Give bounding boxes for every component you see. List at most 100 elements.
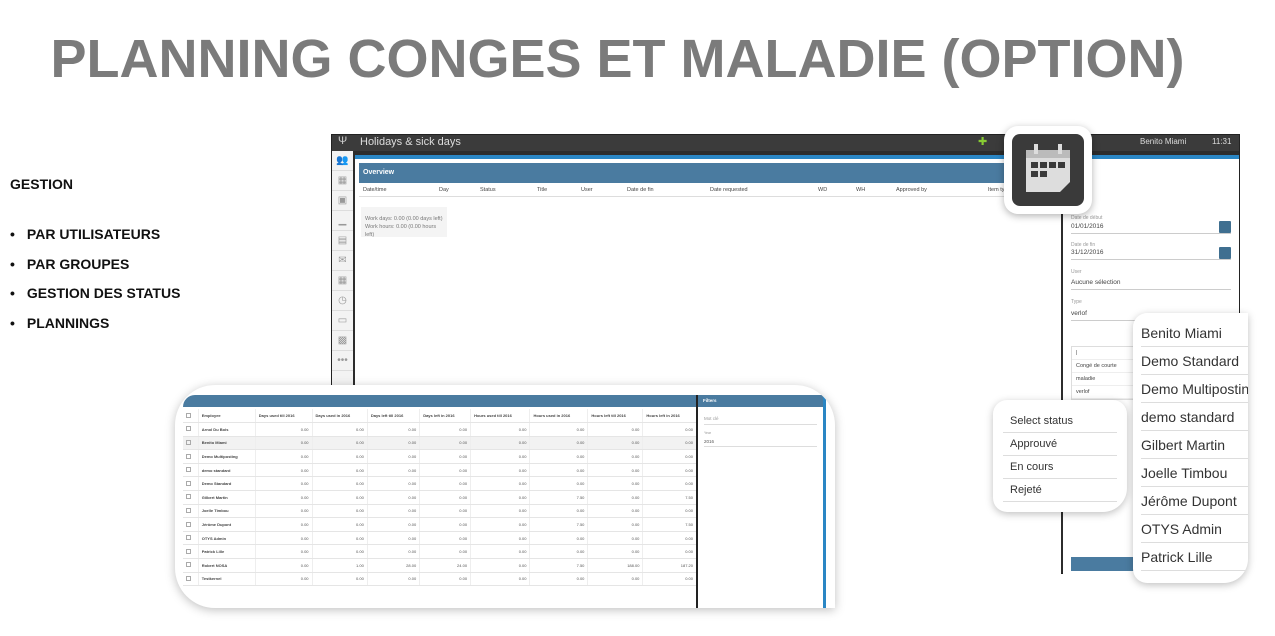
row-checkbox[interactable] [183, 531, 199, 546]
cell-value: 28.00 [367, 558, 421, 573]
user-option[interactable]: Joelle Timbou [1141, 459, 1248, 487]
column-header[interactable]: WH [856, 187, 865, 193]
contact-icon[interactable]: ▣ [332, 191, 353, 211]
date-fin-input[interactable]: 31/12/2016 [1071, 249, 1231, 260]
calendar-button[interactable] [1219, 247, 1231, 259]
clock-icon[interactable]: ◷ [332, 291, 353, 311]
user-option[interactable]: OTYS Admin [1141, 515, 1248, 543]
column-header[interactable]: Item ty [988, 187, 1005, 193]
row-checkbox[interactable] [183, 558, 199, 573]
row-checkbox[interactable] [183, 517, 199, 532]
cell-value: 0.00 [470, 572, 531, 587]
column-header[interactable]: Hours left in 2016 [642, 409, 697, 424]
employee-table: Employee Days used till 2016 Days used i… [183, 409, 697, 587]
cell-value: 0.00 [587, 544, 644, 560]
column-header[interactable]: Hours used in 2016 [529, 409, 589, 424]
table-row[interactable]: Gilbert Martin 0.00 0.00 0.00 0.00 0.00 7.50 0.… [183, 490, 697, 505]
users-icon[interactable]: 👥 [332, 151, 353, 171]
cell-value: 0.00 [470, 490, 531, 505]
column-header[interactable]: Days left till 2016 [367, 409, 421, 424]
cell-value: 0.00 [419, 517, 472, 532]
row-checkbox[interactable] [183, 490, 199, 505]
table-row[interactable]: Demo Standard 0.00 0.00 0.00 0.00 0.00 0.00 0.0… [183, 476, 697, 492]
column-header[interactable]: Approved by [896, 187, 927, 193]
cell-value: 0.00 [367, 436, 421, 451]
calendar-app-icon [1004, 126, 1092, 214]
row-checkbox[interactable] [183, 463, 199, 478]
calendar-icon[interactable]: ▦ [332, 271, 353, 291]
user-option[interactable]: Patrick Lille [1141, 543, 1248, 571]
table-row[interactable]: OTYS Admin 0.00 0.00 0.00 0.00 0.00 0.00 0.00 0.… [183, 531, 697, 546]
date-fin-label: Date de fin [1071, 242, 1096, 248]
card-icon[interactable]: ▭ [332, 311, 353, 331]
column-header[interactable]: Hours left till 2016 [587, 409, 644, 424]
table-row[interactable]: Joelle Timbou 0.00 0.00 0.00 0.00 0.00 0.00 0.0… [183, 504, 697, 519]
table-row[interactable]: Robert NOSA 0.00 1.00 28.00 24.00 0.00 7.50 188… [183, 558, 697, 573]
status-option[interactable]: Approuvé [1003, 433, 1117, 456]
add-icon[interactable]: ✚ [978, 135, 987, 148]
work-days: Work days: 0.00 (0.00 days left) [365, 216, 443, 222]
status-option[interactable]: En cours [1003, 456, 1117, 479]
user-option[interactable]: Benito Miami [1141, 319, 1248, 347]
table-row[interactable]: Patrick Lille 0.00 0.00 0.00 0.00 0.00 0.00 0.0… [183, 544, 697, 560]
table-row[interactable]: Benito Miami 0.00 0.00 0.00 0.00 0.00 0.00 0.00… [183, 436, 697, 451]
employee-name: Robert NOSA [198, 558, 256, 573]
table-row[interactable]: Demo Multiposting 0.00 0.00 0.00 0.00 0.00 0.0… [183, 449, 697, 464]
column-header[interactable]: Employee [198, 409, 256, 424]
cell-value: 0.00 [255, 476, 313, 492]
cell-value: 0.00 [470, 558, 531, 573]
building-icon[interactable]: ▦ [332, 171, 353, 191]
row-checkbox[interactable] [183, 504, 199, 519]
table-row[interactable]: Arnol Du Bois 0.00 0.00 0.00 0.00 0.00 0.00 0.0… [183, 422, 697, 437]
user-menu[interactable]: Benito Miami [1140, 137, 1186, 146]
cell-value: 0.00 [367, 476, 421, 492]
row-checkbox[interactable] [183, 436, 199, 451]
year-select[interactable]: 2016 [704, 437, 817, 447]
cell-value: 0.00 [470, 544, 531, 560]
status-option[interactable]: Rejeté [1003, 479, 1117, 502]
column-header[interactable]: Days left in 2016 [419, 409, 472, 424]
user-select[interactable]: Aucune sélection [1071, 279, 1231, 290]
cell-value: 0.00 [419, 422, 472, 437]
date-debut-input[interactable]: 01/01/2016 [1071, 223, 1231, 234]
column-header[interactable]: Status [480, 187, 496, 193]
column-header[interactable]: Date requested [710, 187, 748, 193]
column-header[interactable]: Date/time [363, 187, 387, 193]
row-checkbox[interactable] [183, 449, 199, 464]
user-option[interactable]: Demo Multipostin [1141, 375, 1248, 403]
row-checkbox[interactable] [183, 476, 199, 492]
user-option[interactable]: Jérôme Dupont [1141, 487, 1248, 515]
column-header[interactable]: User [581, 187, 593, 193]
row-checkbox[interactable] [183, 572, 199, 587]
cell-value: 0.00 [587, 517, 644, 532]
bullet-item: PAR GROUPES [10, 256, 180, 286]
user-option[interactable]: Demo Standard [1141, 347, 1248, 375]
table-row[interactable]: Testkernel 0.00 0.00 0.00 0.00 0.00 0.00 0.00 0.… [183, 572, 697, 587]
grid-icon[interactable]: ▩ [332, 331, 353, 351]
column-header[interactable]: Days used till 2016 [255, 409, 313, 424]
status-option[interactable]: Select status [1003, 410, 1117, 433]
user-option[interactable]: demo standard [1141, 403, 1248, 431]
column-header[interactable]: Hours used till 2016 [470, 409, 531, 424]
chart-icon[interactable]: ▁ [332, 211, 353, 231]
column-header[interactable]: WD [818, 187, 827, 193]
row-checkbox[interactable] [183, 544, 199, 560]
column-header[interactable]: Title [537, 187, 547, 193]
select-all[interactable] [183, 409, 199, 424]
document-icon[interactable]: ▤ [332, 231, 353, 251]
column-header[interactable]: Date de fin [627, 187, 654, 193]
table-row[interactable]: Jérôme Dupont 0.00 0.00 0.00 0.00 0.00 7.50 0.0… [183, 517, 697, 532]
column-header[interactable]: Days used in 2016 [312, 409, 368, 424]
user-option[interactable]: Gilbert Martin [1141, 431, 1248, 459]
cell-value: 0.00 [255, 531, 313, 546]
row-checkbox[interactable] [183, 422, 199, 437]
cell-value: 0.00 [419, 531, 472, 546]
column-header[interactable]: Day [439, 187, 449, 193]
table-row[interactable]: demo standard 0.00 0.00 0.00 0.00 0.00 0.00 0.0… [183, 463, 697, 478]
calendar-button[interactable] [1219, 221, 1231, 233]
keyword-input[interactable]: Mot clé [704, 413, 817, 425]
employee-name: OTYS Admin [198, 531, 256, 546]
cell-value: 0.00 [470, 422, 531, 437]
mail-icon[interactable]: ✉ [332, 251, 353, 271]
more-icon[interactable]: ••• [332, 351, 353, 371]
